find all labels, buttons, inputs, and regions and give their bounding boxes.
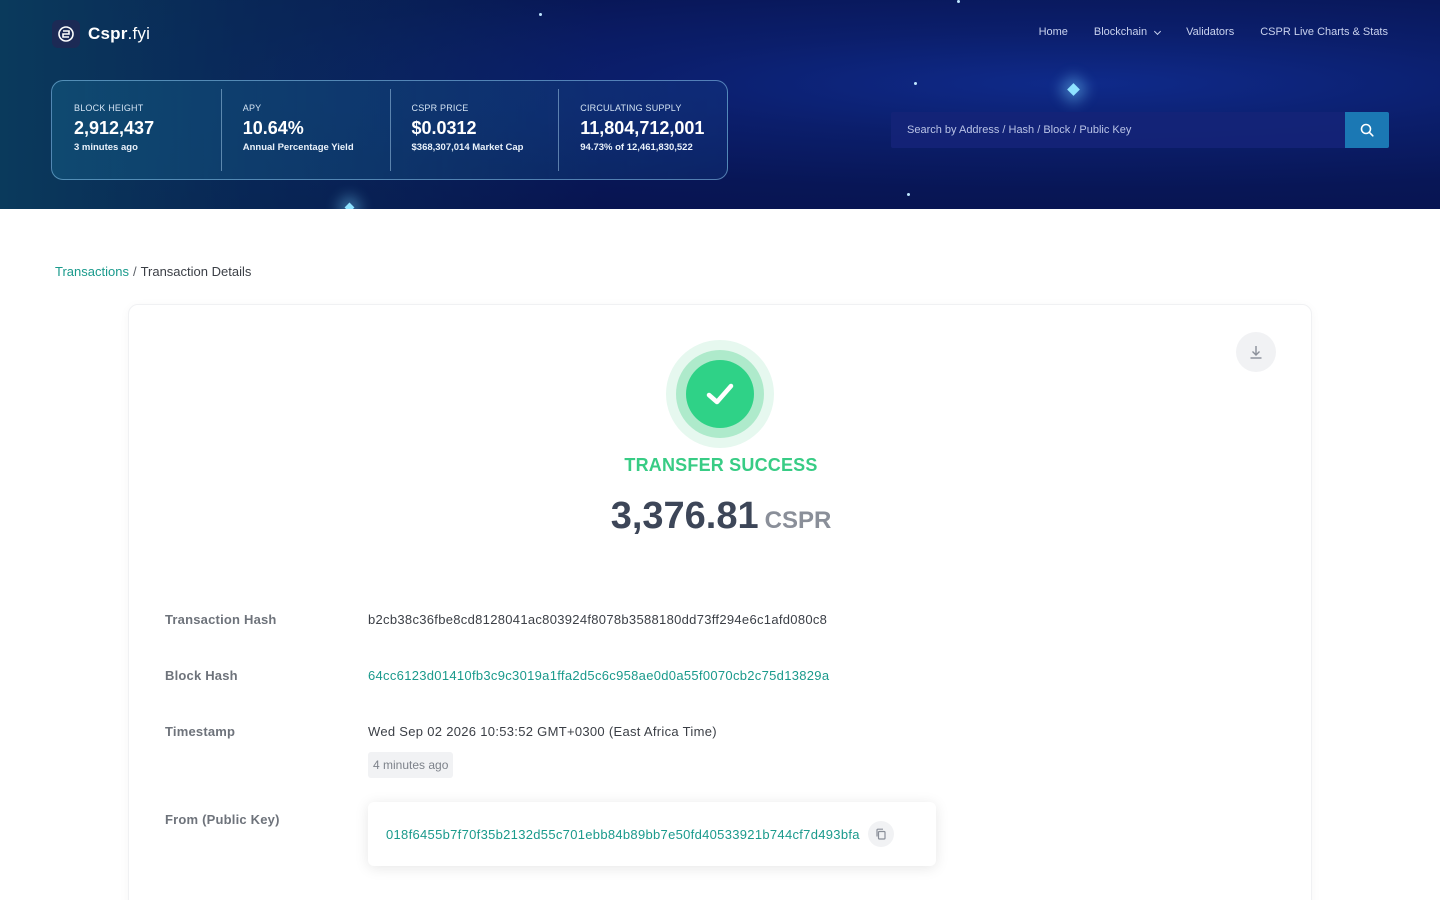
search-bar bbox=[891, 112, 1389, 148]
stat-cspr-price: CSPR PRICE $0.0312 $368,307,014 Market C… bbox=[389, 81, 559, 179]
check-icon bbox=[706, 383, 734, 405]
copy-button[interactable] bbox=[867, 821, 894, 847]
download-icon bbox=[1250, 346, 1262, 359]
stat-value: $0.0312 bbox=[411, 118, 477, 138]
stat-value: 11,804,712,001 bbox=[580, 118, 705, 138]
stat-sub: $368,307,014 Market Cap bbox=[411, 142, 524, 153]
network-stats-panel: BLOCK HEIGHT 2,912,437 3 minutes ago APY… bbox=[51, 80, 728, 180]
search-icon bbox=[1360, 123, 1374, 137]
star-decoration bbox=[907, 193, 910, 196]
copy-icon bbox=[876, 828, 886, 840]
star-decoration bbox=[914, 82, 917, 85]
breadcrumb: Transactions / Transaction Details bbox=[55, 264, 251, 279]
success-ring bbox=[676, 350, 764, 438]
search-button[interactable] bbox=[1345, 112, 1389, 148]
stat-label: CIRCULATING SUPPLY bbox=[580, 103, 682, 113]
top-header: Cspr.fyi Home Blockchain Validators CSPR… bbox=[0, 0, 1440, 209]
breadcrumb-transactions-link[interactable]: Transactions bbox=[55, 264, 129, 279]
relative-time-badge: 4 minutes ago bbox=[368, 752, 454, 778]
field-label: Timestamp bbox=[165, 724, 236, 739]
public-key-box: 018f6455b7f70f35b2132d55c701ebb84b89bb7e… bbox=[368, 802, 936, 866]
nav-validators[interactable]: Validators bbox=[1186, 26, 1234, 38]
stat-value: 2,912,437 bbox=[74, 118, 155, 138]
star-decoration bbox=[539, 13, 542, 16]
search-input[interactable] bbox=[891, 112, 1345, 148]
success-badge bbox=[666, 340, 774, 448]
timestamp-value: Wed Sep 02 2026 10:53:52 GMT+0300 (East … bbox=[368, 724, 717, 739]
block-hash-link[interactable]: 64cc6123d01410fb3c9c3019a1ffa2d5c6c958ae… bbox=[368, 668, 829, 683]
stat-apy: APY 10.64% Annual Percentage Yield bbox=[220, 81, 390, 179]
main-nav: Home Blockchain Validators CSPR Live Cha… bbox=[1039, 26, 1388, 38]
success-circle bbox=[686, 360, 754, 428]
brand-logo[interactable]: Cspr.fyi bbox=[52, 20, 150, 48]
transaction-status: TRANSFER SUCCESS bbox=[624, 455, 818, 475]
transaction-hash-value: b2cb38c36fbe8cd8128041ac803924f8078b3588… bbox=[368, 612, 828, 627]
field-label: Block Hash bbox=[165, 668, 238, 683]
transaction-amount: 3,376.81 CSPR bbox=[129, 495, 1313, 538]
brand-name: Cspr.fyi bbox=[88, 24, 151, 43]
chevron-down-icon bbox=[1154, 27, 1162, 35]
field-label: Transaction Hash bbox=[165, 612, 277, 627]
cspr-logo-icon bbox=[52, 20, 80, 48]
nav-blockchain[interactable]: Blockchain bbox=[1093, 26, 1162, 38]
stat-label: APY bbox=[242, 103, 262, 113]
stat-value: 10.64% bbox=[242, 118, 304, 138]
stat-block-height: BLOCK HEIGHT 2,912,437 3 minutes ago bbox=[52, 81, 221, 179]
breadcrumb-current: Transaction Details bbox=[140, 264, 252, 279]
field-label: From (Public Key) bbox=[165, 812, 280, 827]
amount-unit: CSPR bbox=[764, 507, 832, 534]
transaction-details-card: TRANSFER SUCCESS 3,376.81 CSPR Transactio… bbox=[128, 304, 1312, 900]
stat-label: CSPR PRICE bbox=[411, 103, 469, 113]
stat-circulating-supply: CIRCULATING SUPPLY 11,804,712,001 94.73%… bbox=[558, 81, 727, 179]
nav-charts-stats[interactable]: CSPR Live Charts & Stats bbox=[1260, 26, 1388, 38]
amount-value: 3,376.81 bbox=[610, 495, 759, 537]
stat-label: BLOCK HEIGHT bbox=[74, 103, 144, 113]
stat-sub: Annual Percentage Yield bbox=[242, 142, 354, 153]
glow-diamond-decoration bbox=[344, 202, 355, 209]
stat-sub: 94.73% of 12,461,830,522 bbox=[580, 142, 693, 153]
stat-sub: 3 minutes ago bbox=[74, 142, 138, 153]
from-public-key-link[interactable]: 018f6455b7f70f35b2132d55c701ebb84b89bb7e… bbox=[386, 827, 860, 842]
breadcrumb-separator: / bbox=[132, 264, 137, 279]
nav-home[interactable]: Home bbox=[1039, 26, 1068, 38]
star-decoration bbox=[957, 0, 960, 3]
nav-blockchain-label: Blockchain bbox=[1093, 26, 1148, 38]
download-button[interactable] bbox=[1236, 332, 1276, 372]
glow-diamond-decoration bbox=[1067, 83, 1080, 96]
